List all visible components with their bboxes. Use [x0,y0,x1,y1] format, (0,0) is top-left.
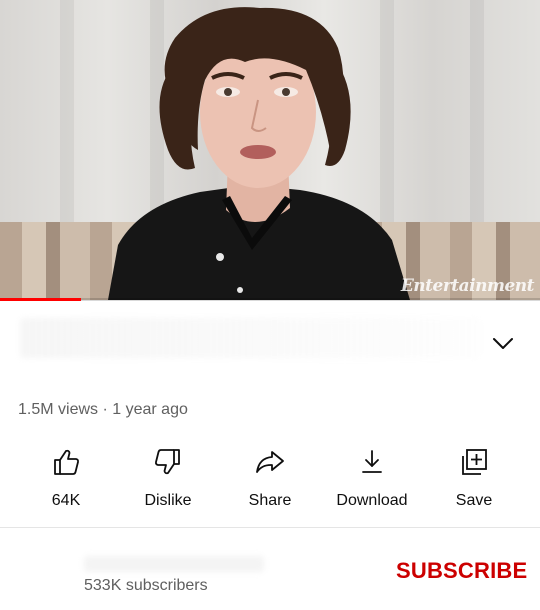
dislike-button[interactable]: Dislike [118,440,218,520]
upload-age: 1 year ago [112,401,188,418]
chevron-down-icon [493,338,513,349]
video-metadata: 1.5M views · 1 year ago [18,401,188,419]
download-label: Download [336,492,408,509]
subscriber-count: 533K subscribers [84,577,208,594]
action-bar: 64K Dislike Share Download Save [0,440,540,520]
channel-name-blurred [84,556,264,572]
thumbs-up-icon [50,446,82,478]
save-to-playlist-icon [458,446,490,478]
download-button[interactable]: Download [322,440,422,520]
thumbs-down-icon [152,446,184,478]
save-label: Save [455,492,493,509]
like-button[interactable]: 64K [16,440,116,520]
share-icon [254,446,286,478]
dislike-label: Dislike [144,492,192,509]
subscribe-button[interactable]: SUBSCRIBE [396,558,527,584]
section-divider [0,527,540,528]
view-count: 1.5M views [18,401,99,418]
video-progress-fill [0,298,81,301]
meta-separator: · [102,401,108,418]
video-title-blurred [20,318,480,358]
save-button[interactable]: Save [424,440,524,520]
video-player[interactable]: Entertainment [0,0,540,300]
share-button[interactable]: Share [220,440,320,520]
video-progress-bar[interactable] [0,298,540,301]
channel-watermark: Entertainment [400,276,535,296]
expand-description-button[interactable] [488,330,518,356]
share-label: Share [248,492,292,509]
like-count: 64K [51,492,81,509]
download-icon [356,446,388,478]
video-frame-person [108,7,410,300]
